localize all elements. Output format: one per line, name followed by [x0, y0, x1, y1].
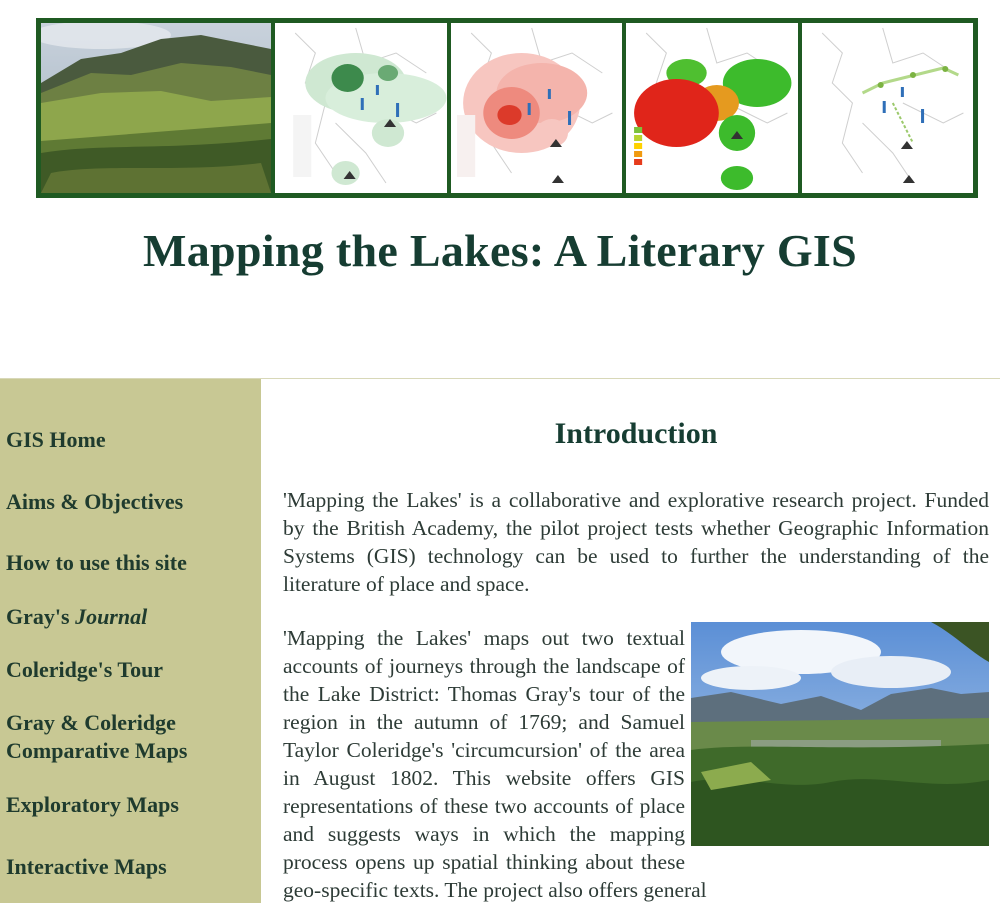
header-banner [36, 18, 978, 198]
nav-comparative-line2: Comparative Maps [6, 738, 188, 763]
nav-grays-journal[interactable]: Gray's Journal [6, 603, 256, 631]
mentions-percentage-map [626, 23, 798, 193]
site-title: Mapping the Lakes: A Literary GIS [142, 225, 857, 276]
nav-interactive-maps[interactable]: Interactive Maps [6, 853, 256, 881]
intro-paragraph-2-wrapper: 'Mapping the Lakes' maps out two textual… [283, 622, 989, 903]
route-comparison-map [801, 23, 973, 193]
fell-landscape-photo [41, 23, 271, 193]
nav-comparative-line1: Gray & Coleridge [6, 710, 176, 735]
nav-coleridges-tour[interactable]: Coleridge's Tour [6, 656, 256, 684]
nav-aims-objectives[interactable]: Aims & Objectives [6, 488, 256, 516]
intro-paragraph-1: 'Mapping the Lakes' is a collaborative a… [283, 488, 989, 596]
nav-gis-home[interactable]: GIS Home [6, 426, 256, 454]
sidebar-nav: GIS Home Aims & Objectives How to use th… [0, 379, 261, 903]
nav-grays-journal-italic: Journal [75, 604, 148, 629]
nav-grays-journal-prefix: Gray's [6, 604, 76, 629]
red-density-map [450, 23, 622, 193]
nav-how-to-use[interactable]: How to use this site [6, 549, 256, 577]
intro-heading: Introduction [554, 417, 718, 450]
nav-exploratory-maps[interactable]: Exploratory Maps [6, 791, 256, 819]
lake-district-valley-photo [691, 622, 989, 846]
green-density-map [275, 23, 447, 193]
nav-comparative-maps[interactable]: Gray & Coleridge Comparative Maps [6, 709, 256, 765]
main-content: Introduction 'Mapping the Lakes' is a co… [283, 379, 989, 903]
